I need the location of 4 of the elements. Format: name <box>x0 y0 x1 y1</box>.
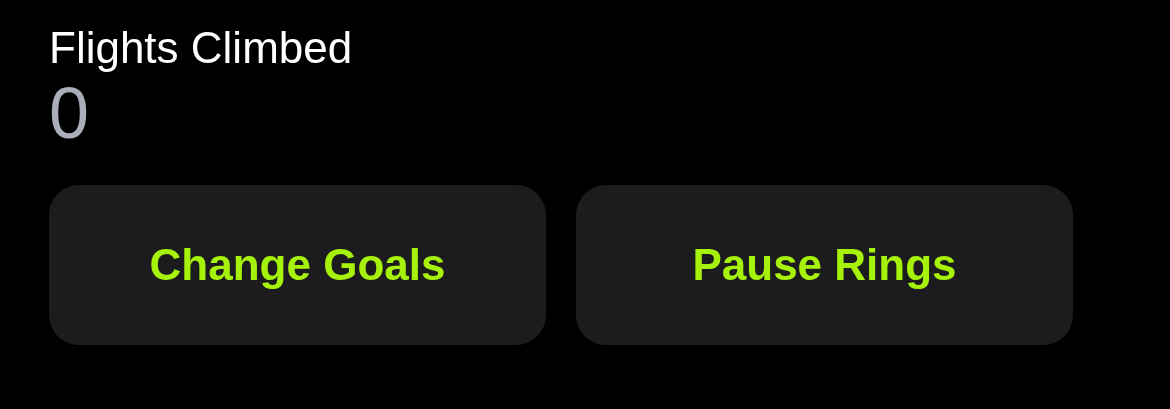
metric-label: Flights Climbed <box>49 22 354 74</box>
action-button[interactable]: Pause Rings <box>576 184 1073 345</box>
action-button[interactable]: Change Goals <box>49 184 546 345</box>
metric-value: 0 <box>49 76 91 149</box>
